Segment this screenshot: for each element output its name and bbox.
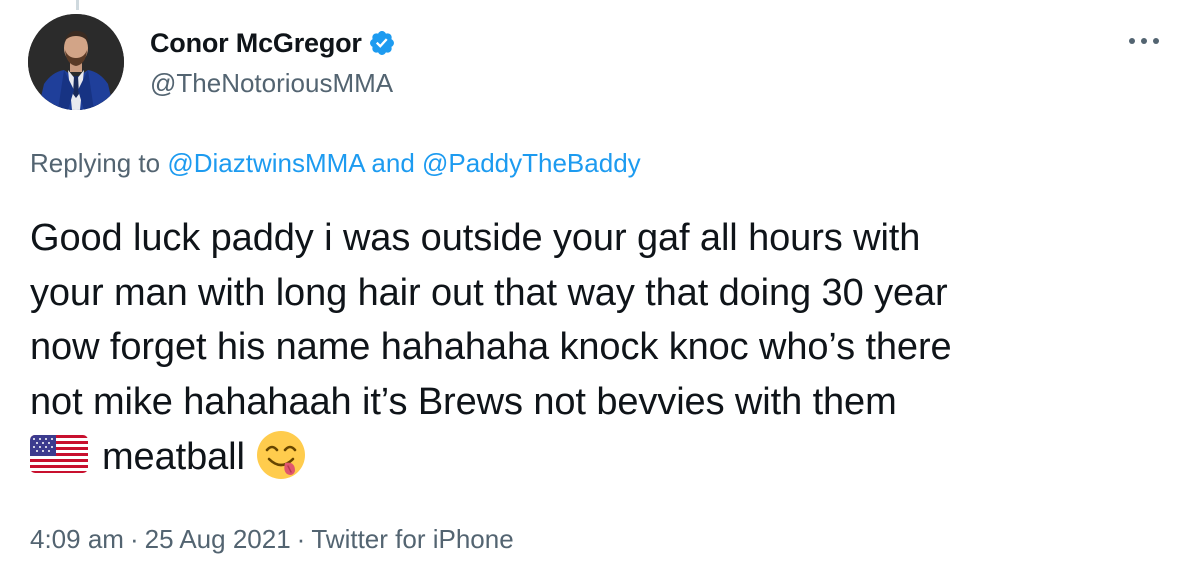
face-savoring-food-icon [256,431,305,479]
thread-connector-line [76,0,79,10]
tweet-time[interactable]: 4:09 am [30,524,124,554]
meta-separator: · [129,524,139,554]
tweet-text-line: not mike hahahaah it’s Brews not bevvies… [30,380,897,423]
replying-to-prefix: Replying to [30,148,168,178]
tweet-text-line: Good luck paddy i was outside your gaf a… [30,217,921,259]
replying-to-context: Replying to @DiaztwinsMMA and @PaddyTheB… [30,148,641,179]
meta-separator: · [296,524,306,554]
tweet-source: Twitter for iPhone [311,524,514,554]
tweet-text-last-line: meatball [30,429,1170,485]
author-display-name[interactable]: Conor McGregor [150,28,362,59]
more-options-button[interactable] [1124,26,1164,56]
avatar[interactable] [28,14,124,110]
tweet-metadata: 4:09 am · 25 Aug 2021 · Twitter for iPhone [30,524,514,555]
mention-link-paddythebaddy[interactable]: @PaddyTheBaddy [422,148,641,178]
tweet-text-last-word: meatball [102,436,245,478]
profile-photo-icon [28,14,124,110]
tweet-text-line: now forget his name hahahaha knock knoc … [30,326,952,368]
author-name-row: Conor McGregor [150,26,396,60]
more-dots-icon [1129,38,1159,44]
author-handle[interactable]: @TheNotoriousMMA [150,68,393,99]
mention-link-diaztwins[interactable]: @DiaztwinsMMA [167,148,364,178]
mention-joiner: and [364,148,423,178]
tweet-body: Good luck paddy i was outside your gaf a… [30,211,1170,485]
tweet-text-line: your man with long hair out that way tha… [30,271,948,314]
verified-badge-icon [369,31,394,55]
tweet-date[interactable]: 25 Aug 2021 [145,524,291,554]
us-flag-icon [30,435,88,473]
